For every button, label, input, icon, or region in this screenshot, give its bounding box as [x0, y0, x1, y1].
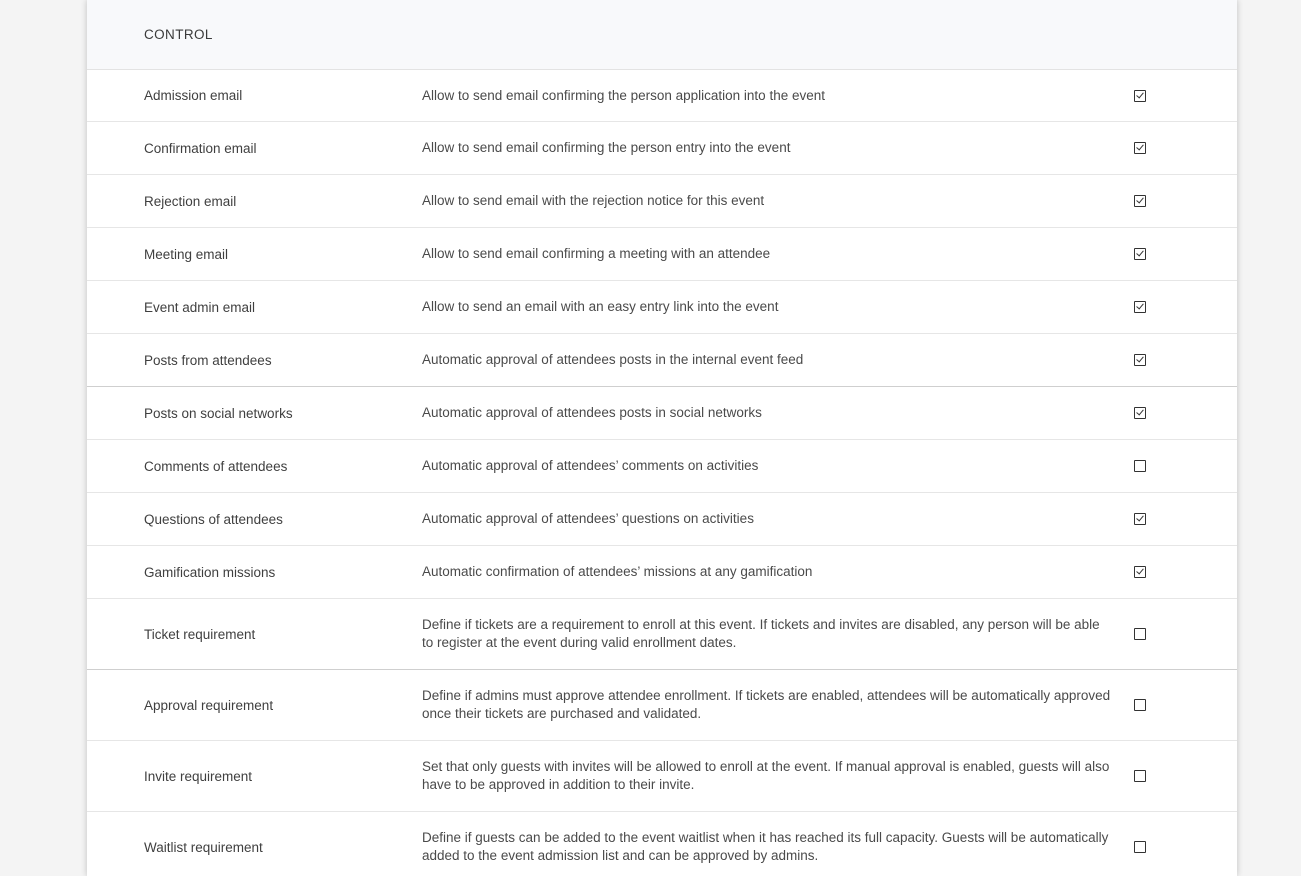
- setting-checkbox[interactable]: [1134, 89, 1146, 102]
- setting-row-approval-requirement: Approval requirement Define if admins mu…: [87, 670, 1237, 741]
- setting-name: Gamification missions: [144, 564, 276, 580]
- setting-name: Posts on social networks: [144, 405, 293, 421]
- setting-row-event-admin-email: Event admin email Allow to send an email…: [87, 281, 1237, 334]
- setting-checkbox[interactable]: [1134, 407, 1146, 419]
- setting-row-comments-of-attendees: Comments of attendees Automatic approval…: [87, 440, 1237, 493]
- setting-name: Waitlist requirement: [144, 839, 263, 855]
- setting-description: Define if admins must approve attendee e…: [422, 688, 1111, 721]
- setting-row-posts-from-attendees: Posts from attendees Automatic approval …: [87, 334, 1237, 387]
- setting-name: Questions of attendees: [144, 511, 283, 527]
- setting-checkbox[interactable]: [1134, 513, 1146, 525]
- setting-name: Admission email: [144, 88, 243, 103]
- setting-row-posts-on-social-networks: Posts on social networks Automatic appro…: [87, 387, 1237, 440]
- setting-description: Automatic approval of attendees’ questio…: [422, 511, 754, 526]
- setting-row-admission-email: Admission email Allow to send email conf…: [87, 70, 1237, 122]
- section-title: CONTROL: [144, 27, 213, 42]
- setting-description: Allow to send email confirming the perso…: [422, 140, 791, 155]
- setting-checkbox[interactable]: [1134, 354, 1146, 366]
- setting-name: Rejection email: [144, 193, 237, 209]
- setting-row-confirmation-email: Confirmation email Allow to send email c…: [87, 122, 1237, 175]
- setting-row-meeting-email: Meeting email Allow to send email confir…: [87, 228, 1237, 281]
- setting-description: Allow to send email confirming a meeting…: [422, 246, 771, 261]
- setting-name: Comments of attendees: [144, 458, 288, 474]
- setting-name: Posts from attendees: [144, 352, 272, 368]
- setting-name: Meeting email: [144, 246, 229, 262]
- setting-name: Confirmation email: [144, 140, 257, 156]
- setting-checkbox[interactable]: [1134, 699, 1146, 711]
- setting-checkbox[interactable]: [1134, 195, 1146, 207]
- setting-checkbox[interactable]: [1134, 142, 1146, 154]
- setting-row-ticket-requirement: Ticket requirement Define if tickets are…: [87, 599, 1237, 670]
- settings-panel: CONTROL Admission email Allow to send em…: [87, 0, 1237, 876]
- setting-description: Define if tickets are a requirement to e…: [422, 617, 1100, 650]
- setting-checkbox[interactable]: [1134, 628, 1146, 640]
- setting-row-questions-of-attendees: Questions of attendees Automatic approva…: [87, 493, 1237, 546]
- setting-description: Automatic approval of attendees posts in…: [422, 405, 762, 420]
- setting-checkbox[interactable]: [1134, 566, 1146, 578]
- setting-name: Ticket requirement: [144, 626, 256, 642]
- setting-name: Event admin email: [144, 299, 256, 315]
- setting-checkbox[interactable]: [1134, 301, 1146, 313]
- setting-description: Set that only guests with invites will b…: [422, 759, 1110, 792]
- section-header: CONTROL: [87, 0, 1237, 70]
- setting-checkbox[interactable]: [1134, 841, 1146, 853]
- setting-description: Allow to send an email with an easy entr…: [422, 299, 779, 314]
- setting-description: Allow to send email confirming the perso…: [422, 87, 825, 103]
- setting-checkbox[interactable]: [1134, 770, 1146, 782]
- setting-name: Approval requirement: [144, 697, 274, 713]
- setting-name: Invite requirement: [144, 768, 253, 784]
- setting-checkbox[interactable]: [1134, 460, 1146, 472]
- setting-description: Automatic confirmation of attendees’ mis…: [422, 564, 813, 579]
- setting-row-waitlist-requirement: Waitlist requirement Define if guests ca…: [87, 812, 1237, 876]
- setting-row-rejection-email: Rejection email Allow to send email with…: [87, 175, 1237, 228]
- setting-description: Allow to send email with the rejection n…: [422, 193, 765, 208]
- settings-list: Admission email Allow to send email conf…: [87, 70, 1237, 876]
- setting-checkbox[interactable]: [1134, 248, 1146, 260]
- setting-row-gamification-missions: Gamification missions Automatic confirma…: [87, 546, 1237, 599]
- setting-description: Automatic approval of attendees’ comment…: [422, 458, 759, 473]
- setting-description: Define if guests can be added to the eve…: [422, 830, 1109, 863]
- setting-description: Automatic approval of attendees posts in…: [422, 352, 804, 367]
- setting-row-invite-requirement: Invite requirement Set that only guests …: [87, 741, 1237, 812]
